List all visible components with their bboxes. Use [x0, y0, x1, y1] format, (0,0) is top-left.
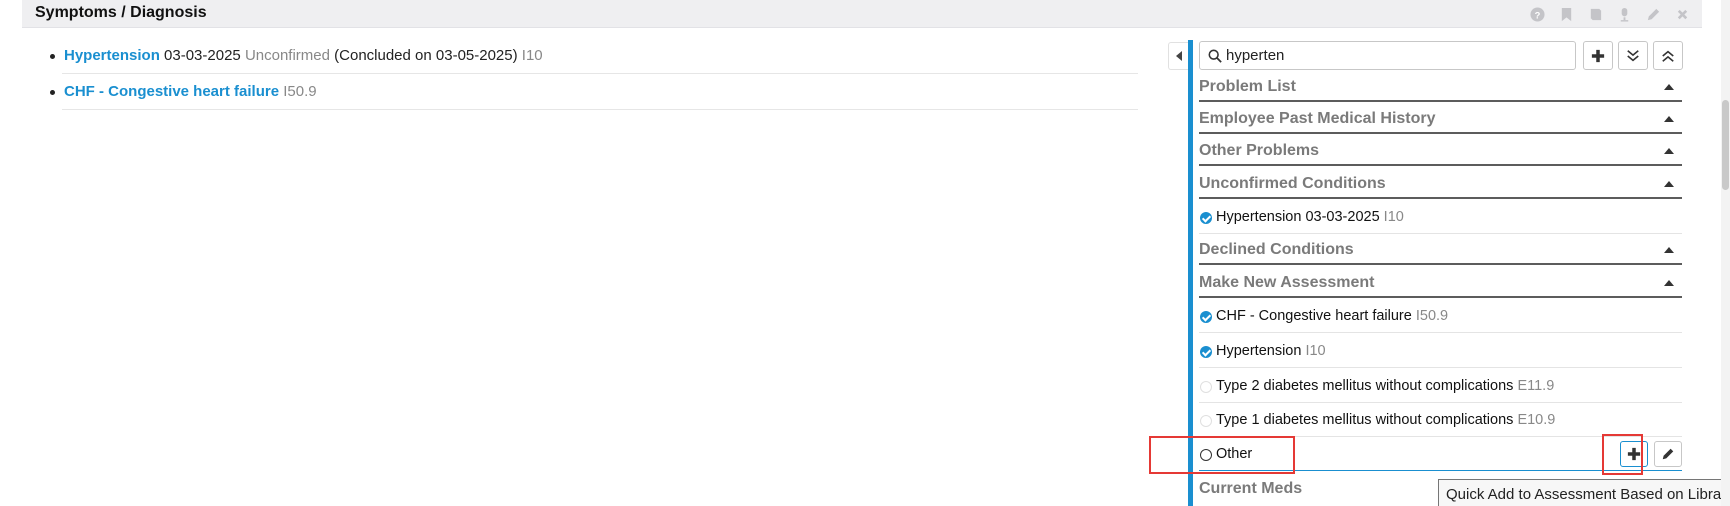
caret-up-icon	[1664, 181, 1674, 187]
search-row	[1199, 40, 1683, 72]
check-circle-icon[interactable]	[1200, 311, 1212, 323]
section-title: Symptoms / Diagnosis	[35, 4, 207, 21]
section-header: Symptoms / Diagnosis ?	[22, 0, 1702, 28]
section-label: Declined Conditions	[1199, 241, 1354, 258]
condition-row[interactable]: Hypertension 03-03-2025 I10	[1199, 201, 1682, 234]
header-toolbar: ?	[1527, 4, 1692, 24]
search-icon	[1208, 49, 1222, 63]
caret-up-icon	[1664, 280, 1674, 286]
section-employee-pmh[interactable]: Employee Past Medical History	[1199, 104, 1682, 134]
assessment-text: Hypertension I10	[1216, 343, 1326, 359]
expand-all-button[interactable]	[1618, 41, 1648, 70]
plus-icon	[1591, 49, 1605, 62]
diagnosis-name-link[interactable]: CHF - Congestive heart failure	[64, 83, 279, 100]
bookmark-icon[interactable]	[1556, 4, 1576, 24]
section-label: Problem List	[1199, 78, 1296, 95]
microphone-icon[interactable]	[1614, 4, 1634, 24]
section-label: Current Meds	[1199, 480, 1303, 497]
section-label: Other Problems	[1199, 142, 1320, 159]
radio-unchecked-icon[interactable]	[1200, 415, 1212, 427]
diagnosis-note: (Concluded on 03-05-2025)	[334, 47, 518, 64]
search-box	[1199, 41, 1576, 70]
section-declined-conditions[interactable]: Declined Conditions	[1199, 235, 1682, 265]
pencil-icon[interactable]	[1643, 4, 1663, 24]
diagnosis-date: 03-03-2025	[164, 47, 241, 64]
section-label: Employee Past Medical History	[1199, 110, 1436, 127]
assessment-text: Type 2 diabetes mellitus without complic…	[1216, 378, 1555, 394]
diagnosis-item: Hypertension 03-03-2025 Unconfirmed (Con…	[50, 38, 1138, 74]
page-scrollbar[interactable]	[1721, 0, 1730, 506]
highlight-box-other	[1149, 436, 1295, 474]
caret-up-icon	[1664, 84, 1674, 90]
section-problem-list[interactable]: Problem List	[1199, 72, 1682, 102]
assessment-text: CHF - Congestive heart failure I50.9	[1216, 308, 1449, 324]
assessment-row[interactable]: Hypertension I10	[1199, 335, 1682, 368]
section-label: Unconfirmed Conditions	[1199, 175, 1386, 192]
section-label: Make New Assessment	[1199, 274, 1375, 291]
close-icon[interactable]	[1672, 4, 1692, 24]
add-button[interactable]	[1583, 41, 1613, 70]
scrollbar-thumb[interactable]	[1722, 100, 1729, 190]
tooltip: Quick Add to Assessment Based on Library	[1438, 479, 1730, 506]
diagnosis-code: I50.9	[283, 83, 317, 100]
assessment-row[interactable]: Type 2 diabetes mellitus without complic…	[1199, 370, 1682, 403]
diagnosis-name-link[interactable]: Hypertension	[64, 47, 160, 64]
highlight-box-quick-add	[1602, 434, 1643, 475]
assessment-row[interactable]: Type 1 diabetes mellitus without complic…	[1199, 404, 1682, 437]
page: Symptoms / Diagnosis ? Hypertension 03-0…	[0, 0, 1730, 506]
assessment-text: Type 1 diabetes mellitus without complic…	[1216, 412, 1556, 428]
edit-button[interactable]	[1654, 441, 1682, 467]
assessment-row[interactable]: CHF - Congestive heart failure I50.9	[1199, 300, 1682, 333]
collapse-all-button[interactable]	[1653, 41, 1683, 70]
help-icon[interactable]: ?	[1527, 4, 1547, 24]
caret-up-icon	[1664, 148, 1674, 154]
svg-text:?: ?	[1534, 10, 1540, 20]
diagnosis-list: Hypertension 03-03-2025 Unconfirmed (Con…	[50, 38, 1138, 110]
diagnosis-item: CHF - Congestive heart failure I50.9	[50, 74, 1138, 110]
caret-left-icon	[1175, 51, 1182, 61]
caret-up-icon	[1664, 116, 1674, 122]
pencil-icon	[1662, 448, 1674, 460]
book-icon[interactable]	[1585, 4, 1605, 24]
radio-unchecked-icon[interactable]	[1200, 381, 1212, 393]
condition-text: Hypertension 03-03-2025 I10	[1216, 209, 1404, 225]
collapse-panel-button[interactable]	[1168, 42, 1188, 70]
section-make-new-assessment[interactable]: Make New Assessment	[1199, 268, 1682, 298]
section-unconfirmed-conditions[interactable]: Unconfirmed Conditions	[1199, 169, 1682, 199]
search-input[interactable]	[1226, 45, 1566, 66]
check-circle-icon[interactable]	[1200, 212, 1212, 224]
section-other-problems[interactable]: Other Problems	[1199, 136, 1682, 166]
double-chevron-down-icon	[1627, 49, 1639, 61]
diagnosis-code: I10	[521, 47, 543, 64]
diagnosis-status: Unconfirmed	[244, 47, 330, 64]
check-circle-icon[interactable]	[1200, 346, 1212, 358]
double-chevron-up-icon	[1662, 50, 1674, 62]
caret-up-icon	[1664, 247, 1674, 253]
